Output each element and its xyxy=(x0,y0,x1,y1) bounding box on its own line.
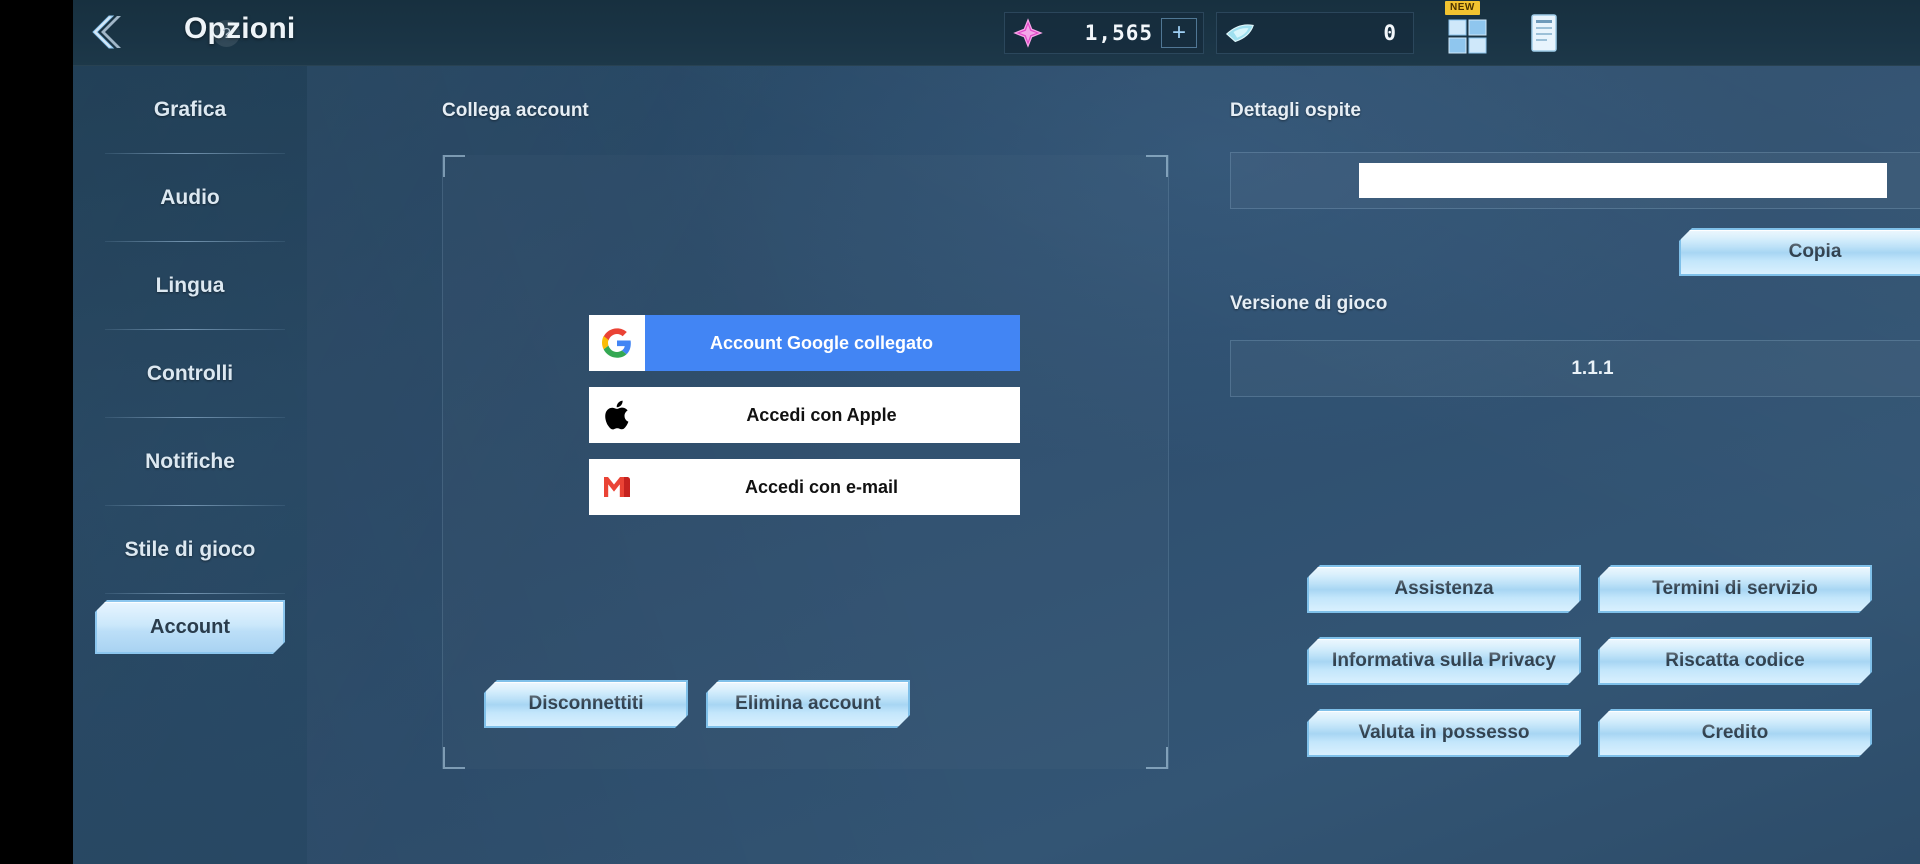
sidebar-item-label: Lingua xyxy=(155,274,225,297)
delete-account-button-label: Elimina account xyxy=(735,692,881,714)
device-notch-bar xyxy=(0,0,73,864)
add-gems-button[interactable]: + xyxy=(1161,18,1197,48)
google-account-button[interactable]: Account Google collegato xyxy=(589,315,1020,371)
terms-of-service-button-label: Termini di servizio xyxy=(1652,577,1818,599)
redeem-code-button-label: Riscatta codice xyxy=(1665,649,1805,671)
privacy-policy-button-label: Informativa sulla Privacy xyxy=(1332,649,1556,671)
back-chevron-icon[interactable] xyxy=(83,8,131,56)
sidebar-item-stile-di-gioco[interactable]: Stile di gioco xyxy=(73,506,307,594)
link-account-section-label: Collega account xyxy=(442,100,589,121)
gem-currency-pill[interactable]: 1,565 + xyxy=(1004,12,1204,54)
support-button[interactable]: Assistenza xyxy=(1307,565,1581,613)
card-currency-pill[interactable]: 0 xyxy=(1216,12,1414,54)
help-icon[interactable]: ? xyxy=(213,20,240,47)
sidebar-item-label: Controlli xyxy=(146,362,234,385)
grid-apps-icon[interactable] xyxy=(1442,8,1494,58)
delete-account-button[interactable]: Elimina account xyxy=(706,680,910,728)
terms-of-service-button[interactable]: Termini di servizio xyxy=(1598,565,1872,613)
sidebar-item-notifiche[interactable]: Notifiche xyxy=(73,418,307,506)
apple-logo-icon xyxy=(589,387,645,443)
options-screen-background: Collega account Dettagli ospite Versione… xyxy=(73,0,1920,864)
game-version-value: 1.1.1 xyxy=(1571,357,1614,379)
game-version-section-label: Versione di gioco xyxy=(1230,293,1388,314)
email-signin-button-label: Accedi con e-mail xyxy=(744,476,899,497)
apple-signin-button-label: Accedi con Apple xyxy=(746,404,897,425)
guest-details-field xyxy=(1230,152,1920,209)
credits-button[interactable]: Credito xyxy=(1598,709,1872,757)
sidebar-item-label: Grafica xyxy=(153,98,227,121)
new-badge: NEW xyxy=(1445,1,1480,15)
panel-corner-bottom-right xyxy=(1146,747,1168,769)
news-page-icon[interactable] xyxy=(1517,8,1569,58)
sidebar-item-label: Account xyxy=(150,615,230,638)
sidebar-item-controlli[interactable]: Controlli xyxy=(73,330,307,418)
gmail-m-icon xyxy=(589,459,645,515)
card-currency-value: 0 xyxy=(1383,21,1397,45)
sidebar-item-grafica[interactable]: Grafica xyxy=(73,66,307,154)
diamond-card-icon xyxy=(1217,12,1263,54)
google-account-button-label: Account Google collegato xyxy=(709,332,933,353)
settings-sidebar: Grafica Audio Lingua Controlli Notifiche… xyxy=(73,66,307,864)
sidebar-item-audio[interactable]: Audio xyxy=(73,154,307,242)
link-account-panel: Account Google collegato Accedi con Appl… xyxy=(442,155,1169,769)
guest-id-input[interactable] xyxy=(1359,163,1887,198)
sidebar-item-account[interactable]: Account xyxy=(95,600,285,654)
panel-corner-top-left xyxy=(443,155,465,177)
owned-currency-button-label: Valuta in possesso xyxy=(1358,721,1530,743)
sidebar-item-label: Notifiche xyxy=(145,450,235,473)
redeem-code-button[interactable]: Riscatta codice xyxy=(1598,637,1872,685)
email-signin-button[interactable]: Accedi con e-mail xyxy=(589,459,1020,515)
support-button-label: Assistenza xyxy=(1394,577,1494,599)
sign-out-button[interactable]: Disconnettiti xyxy=(484,680,688,728)
page-title: Opzioni xyxy=(184,12,296,45)
sign-out-button-label: Disconnettiti xyxy=(528,692,644,714)
top-bar: Opzioni ? 1,565 + 0 NEW xyxy=(73,0,1920,66)
sidebar-item-label: Audio xyxy=(160,186,220,209)
copy-guest-id-button[interactable]: Copia xyxy=(1679,228,1920,276)
google-g-icon xyxy=(589,315,645,371)
sidebar-item-label: Stile di gioco xyxy=(124,538,256,561)
panel-corner-bottom-left xyxy=(443,747,465,769)
panel-corner-top-right xyxy=(1146,155,1168,177)
game-version-field: 1.1.1 xyxy=(1230,340,1920,397)
credits-button-label: Credito xyxy=(1701,721,1769,743)
apple-signin-button[interactable]: Accedi con Apple xyxy=(589,387,1020,443)
app-screen: Collega account Dettagli ospite Versione… xyxy=(0,0,1920,864)
owned-currency-button[interactable]: Valuta in possesso xyxy=(1307,709,1581,757)
copy-button-label: Copia xyxy=(1788,240,1842,262)
guest-details-section-label: Dettagli ospite xyxy=(1230,100,1361,121)
gem-currency-value: 1,565 xyxy=(1084,21,1153,45)
sidebar-item-lingua[interactable]: Lingua xyxy=(73,242,307,330)
privacy-policy-button[interactable]: Informativa sulla Privacy xyxy=(1307,637,1581,685)
gem-star-icon xyxy=(1005,12,1051,54)
